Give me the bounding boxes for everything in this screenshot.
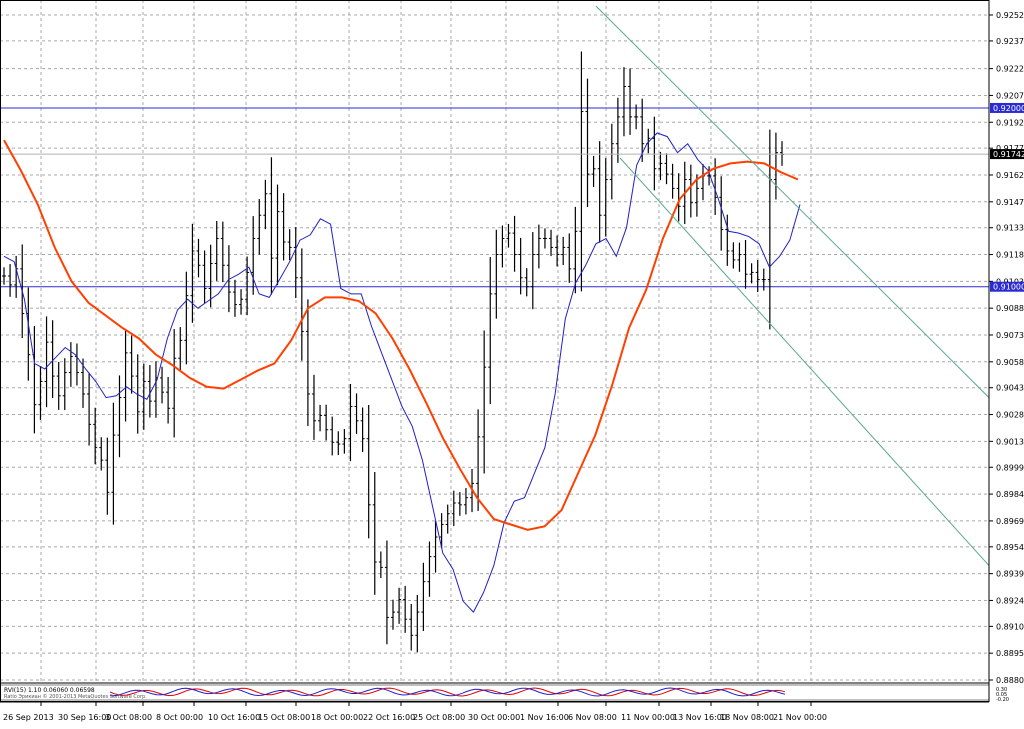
x-tick-label: 22 Oct 16:00 bbox=[363, 713, 415, 722]
y-tick-label: 0.89245 bbox=[996, 596, 1024, 605]
x-tick-label: 30 Oct 00:00 bbox=[468, 713, 520, 722]
x-tick-label: 25 Oct 08:00 bbox=[413, 713, 465, 722]
x-tick-label: 11 Nov 00:00 bbox=[621, 713, 675, 722]
y-tick-label: 0.92070 bbox=[996, 91, 1024, 100]
x-tick-label: 30 Sep 16:00 bbox=[58, 713, 111, 722]
x-tick-label: 13 Nov 16:00 bbox=[673, 713, 727, 722]
y-tick-label: 0.92375 bbox=[996, 37, 1024, 46]
x-tick-label: 8 Oct 00:00 bbox=[156, 713, 203, 722]
y-tick-label: 0.90435 bbox=[996, 384, 1024, 393]
y-tick-label: 0.92220 bbox=[996, 65, 1024, 74]
y-tick-label: 0.89395 bbox=[996, 570, 1024, 579]
y-tick-label: 0.91920 bbox=[996, 118, 1024, 127]
x-tick-label: 6 Nov 08:00 bbox=[568, 713, 617, 722]
chart-canvas[interactable]: 0.92520 0.92375 0.92220 0.92070 0.91920 0.917… bbox=[0, 0, 1024, 725]
level-price-label: 0.91000 bbox=[993, 283, 1024, 292]
y-tick-label: 0.91625 bbox=[996, 171, 1024, 180]
x-tick-label: 18 Nov 08:00 bbox=[720, 713, 774, 722]
y-tick-label: 0.88950 bbox=[996, 649, 1024, 658]
y-tick-label: 0.90135 bbox=[996, 437, 1024, 446]
y-tick-label: 0.89545 bbox=[996, 543, 1024, 552]
last-price-label: 0.91742 bbox=[993, 150, 1024, 159]
x-tick-label: 18 Oct 00:00 bbox=[311, 713, 363, 722]
y-tick-label: 0.90730 bbox=[996, 331, 1024, 340]
y-tick-label: 0.89840 bbox=[996, 490, 1024, 499]
price-chart[interactable]: 0.92520 0.92375 0.92220 0.92070 0.91920 0.917… bbox=[0, 0, 1024, 725]
x-tick-label: 1 Nov 16:00 bbox=[520, 713, 569, 722]
chart-background bbox=[0, 0, 1024, 725]
x-tick-label: 10 Oct 16:00 bbox=[208, 713, 260, 722]
x-tick-label: 3 Oct 08:00 bbox=[105, 713, 152, 722]
copyright-text: Ratio Эрикиан © 2001-2013 MetaQuotes Sof… bbox=[4, 693, 147, 700]
indicator-label: RVI(15) 1.10 0.06060 0.06598 bbox=[4, 687, 95, 694]
x-tick-label: 21 Nov 00:00 bbox=[773, 713, 827, 722]
y-tick-label: 0.91180 bbox=[996, 251, 1024, 260]
level-price-label: 0.92000 bbox=[993, 104, 1024, 113]
y-tick-label: 0.89690 bbox=[996, 517, 1024, 526]
y-tick-label: 0.91330 bbox=[996, 224, 1024, 233]
y-tick-label: 0.88800 bbox=[996, 676, 1024, 685]
y-tick-label: 0.90285 bbox=[996, 411, 1024, 420]
y-tick-label: 0.89990 bbox=[996, 463, 1024, 472]
y-tick-label: 0.92520 bbox=[996, 11, 1024, 20]
y-tick-label: 0.90580 bbox=[996, 358, 1024, 367]
x-tick-label: 15 Oct 08:00 bbox=[258, 713, 310, 722]
y-tick-label: 0.89100 bbox=[996, 622, 1024, 631]
y-tick-label: 0.91475 bbox=[996, 198, 1024, 207]
x-tick-label: 26 Sep 2013 bbox=[3, 713, 54, 722]
y-tick-label: 0.90880 bbox=[996, 304, 1024, 313]
indicator-y-tick: -0.20 bbox=[996, 697, 1009, 703]
